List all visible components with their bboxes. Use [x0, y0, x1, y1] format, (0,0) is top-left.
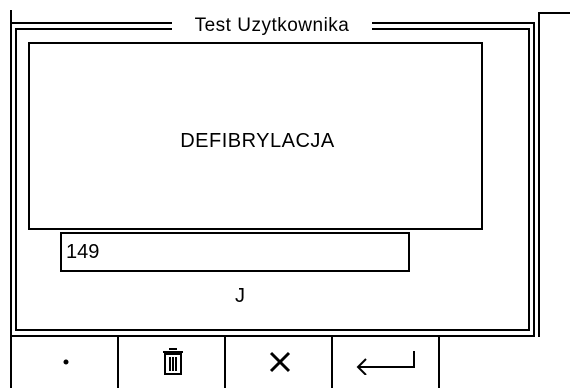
delete-button[interactable] [117, 335, 226, 388]
frame-right-shadow [538, 12, 540, 337]
enter-arrow-icon [356, 350, 415, 375]
dot-button[interactable] [10, 335, 119, 388]
value-input[interactable]: 149 [60, 232, 410, 272]
trash-icon [162, 347, 183, 375]
unit-label: J [235, 285, 245, 307]
softkey-bar-end [438, 335, 440, 388]
message-box: DEFIBRYLACJA [28, 42, 483, 230]
close-icon [269, 351, 290, 372]
dialog-title: Test Uzytkownika [172, 14, 372, 38]
message-text: DEFIBRYLACJA [180, 130, 335, 152]
cancel-button[interactable] [224, 335, 333, 388]
top-right-line [540, 12, 570, 14]
dot-icon [63, 359, 68, 364]
enter-button[interactable] [331, 335, 440, 388]
